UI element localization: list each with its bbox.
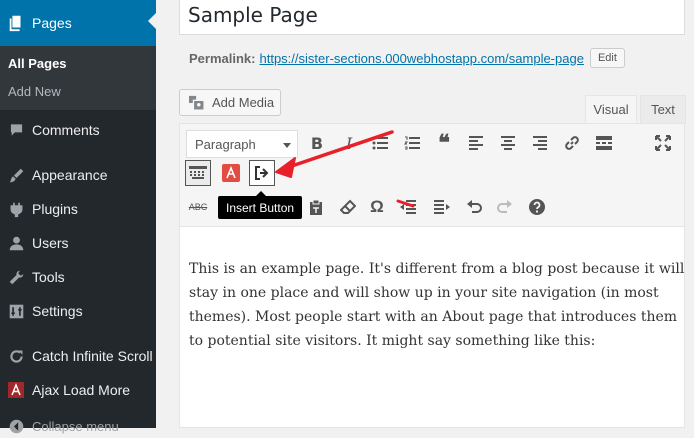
fullscreen-icon[interactable] <box>650 130 676 156</box>
permalink-link[interactable]: https://sister-sections.000webhostapp.co… <box>259 51 583 66</box>
undo-icon[interactable] <box>461 194 487 220</box>
menu-label: Users <box>32 235 69 251</box>
current-indicator <box>148 13 156 29</box>
insert-button-tooltip: Insert Button <box>218 191 303 219</box>
help-icon[interactable] <box>524 194 550 220</box>
plugin-icon <box>0 201 32 218</box>
outdent-icon[interactable] <box>395 194 421 220</box>
menu-item-appearance[interactable]: Appearance <box>0 163 156 187</box>
format-select-value: Paragraph <box>195 137 256 152</box>
strikethrough-icon[interactable]: ABC <box>185 194 211 220</box>
pages-icon <box>0 14 32 32</box>
paintbrush-icon <box>0 167 32 184</box>
add-media-button[interactable]: Add Media <box>179 89 281 116</box>
toolbar-toggle-icon[interactable] <box>185 160 211 186</box>
italic-icon[interactable]: I <box>336 130 362 156</box>
pages-submenu: All Pages Add New <box>0 46 156 110</box>
eraser-icon[interactable] <box>335 194 361 220</box>
menu-item-tools[interactable]: Tools <box>0 265 156 289</box>
paste-text-icon[interactable] <box>303 194 329 220</box>
menu-item-ajax-load-more[interactable]: Ajax Load More <box>0 378 156 402</box>
numbered-list-icon[interactable] <box>399 130 425 156</box>
align-left-icon[interactable] <box>463 130 489 156</box>
submenu-add-new[interactable]: Add New <box>8 84 61 99</box>
title-input[interactable]: Sample Page <box>179 0 685 35</box>
link-icon[interactable] <box>559 130 585 156</box>
bullet-list-icon[interactable] <box>367 130 393 156</box>
editor-content-area[interactable]: This is an example page. It's different … <box>179 227 685 428</box>
menu-item-settings[interactable]: Settings <box>0 299 156 323</box>
ajax-load-more-icon <box>0 382 32 398</box>
format-select[interactable]: Paragraph <box>186 130 298 158</box>
menu-label: Collapse menu <box>32 418 119 434</box>
omega-icon[interactable]: Ω <box>364 194 390 220</box>
wrench-icon <box>0 269 32 286</box>
menu-item-pages[interactable]: Pages <box>0 0 156 46</box>
admin-sidebar: Pages All Pages Add New Comments Appeara… <box>0 0 156 434</box>
menu-label: Catch Infinite Scroll <box>32 348 153 364</box>
permalink-label: Permalink: <box>189 50 256 66</box>
menu-item-catch-infinite-scroll[interactable]: Catch Infinite Scroll <box>0 344 156 368</box>
align-right-icon[interactable] <box>527 130 553 156</box>
menu-label: Settings <box>32 303 83 319</box>
align-center-icon[interactable] <box>495 130 521 156</box>
settings-icon <box>0 303 32 320</box>
redo-icon[interactable] <box>492 194 518 220</box>
bold-icon[interactable]: B <box>304 130 330 156</box>
menu-item-users[interactable]: Users <box>0 231 156 255</box>
content-paragraph: This is an example page. It's different … <box>189 261 685 349</box>
indent-icon[interactable] <box>429 194 455 220</box>
submenu-all-pages[interactable]: All Pages <box>8 56 67 71</box>
edit-permalink-button[interactable]: Edit <box>589 48 625 68</box>
menu-label: Appearance <box>32 167 108 183</box>
add-media-label: Add Media <box>212 95 275 110</box>
permalink-row: Permalink: https://sister-sections.000we… <box>189 48 625 68</box>
insert-button-icon[interactable] <box>249 160 275 186</box>
tab-text[interactable]: Text <box>640 95 686 123</box>
refresh-icon <box>0 348 32 365</box>
read-more-icon[interactable] <box>591 130 617 156</box>
collapse-icon <box>0 418 32 435</box>
menu-item-plugins[interactable]: Plugins <box>0 197 156 221</box>
menu-label: Ajax Load More <box>32 382 131 398</box>
tab-visual[interactable]: Visual <box>585 95 637 123</box>
comments-icon <box>0 122 32 138</box>
users-icon <box>0 235 32 252</box>
menu-label: Tools <box>32 269 65 285</box>
menu-label: Pages <box>32 15 72 31</box>
menu-label: Comments <box>32 122 100 138</box>
menu-item-comments[interactable]: Comments <box>0 118 156 142</box>
chevron-down-icon <box>283 143 291 148</box>
blockquote-icon[interactable]: ❝ <box>431 130 457 156</box>
menu-label: Plugins <box>32 201 78 217</box>
media-icon <box>188 95 206 111</box>
menu-item-collapse[interactable]: Collapse menu <box>0 414 156 438</box>
text-color-icon[interactable] <box>218 160 244 186</box>
